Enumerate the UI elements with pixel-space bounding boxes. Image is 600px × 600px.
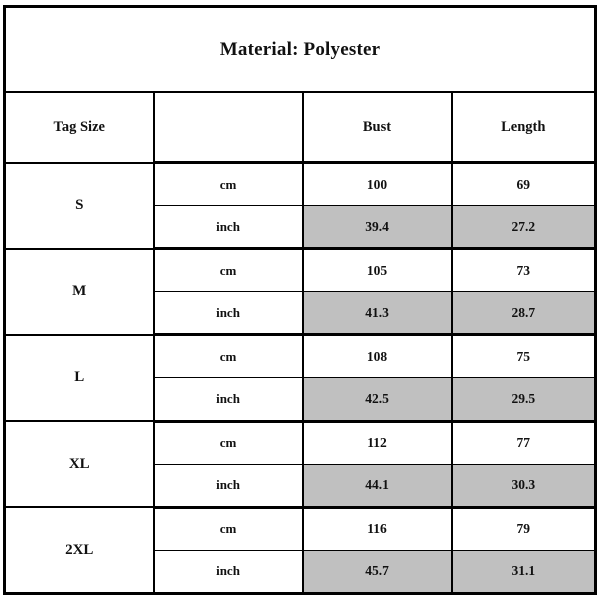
- column-header-bust: Bust: [301, 91, 453, 164]
- size-label: XL: [3, 420, 155, 509]
- bust-value: 100: [301, 160, 453, 207]
- length-value: 69: [450, 160, 597, 207]
- unit-label: inch: [152, 377, 304, 423]
- bust-value: 41.3: [301, 291, 453, 337]
- bust-value: 44.1: [301, 463, 453, 509]
- table-row: 2XL cm 116 79: [3, 505, 597, 595]
- size-label: 2XL: [3, 506, 155, 595]
- length-value: 73: [450, 247, 597, 293]
- bust-value: 45.7: [301, 549, 453, 596]
- size-chart-container: Material: Polyester Tag Size Bust Length…: [3, 5, 598, 596]
- material-title: Material: Polyester: [3, 5, 597, 93]
- table-row: S cm 100 69: [3, 160, 597, 250]
- size-label: L: [3, 333, 155, 423]
- length-value: 75: [450, 333, 597, 379]
- table-row: M cm 105 73: [3, 247, 597, 336]
- unit-label: inch: [152, 549, 304, 596]
- unit-label: inch: [152, 291, 304, 337]
- length-value: 28.7: [450, 291, 597, 337]
- unit-label: cm: [152, 247, 304, 293]
- header-row: Tag Size Bust Length: [3, 91, 597, 164]
- bust-value: 39.4: [301, 205, 453, 251]
- unit-label: cm: [152, 333, 304, 379]
- table-row: XL cm 112 77: [3, 419, 597, 509]
- bust-value: 108: [301, 333, 453, 379]
- title-row: Material: Polyester: [3, 5, 597, 93]
- length-value: 79: [450, 505, 597, 551]
- length-value: 31.1: [450, 549, 597, 596]
- unit-label: inch: [152, 463, 304, 509]
- bust-value: 112: [301, 419, 453, 465]
- bust-value: 42.5: [301, 377, 453, 423]
- column-header-tag-size: Tag Size: [3, 91, 155, 164]
- bust-value: 116: [301, 505, 453, 551]
- table-row: L cm 108 75: [3, 333, 597, 423]
- bust-value: 105: [301, 247, 453, 293]
- size-label: M: [3, 247, 155, 336]
- size-label: S: [3, 161, 155, 250]
- length-value: 27.2: [450, 205, 597, 251]
- unit-label: cm: [152, 160, 304, 207]
- size-chart-table: Material: Polyester Tag Size Bust Length…: [3, 5, 598, 596]
- unit-label: cm: [152, 505, 304, 551]
- column-header-length: Length: [450, 91, 597, 164]
- length-value: 29.5: [450, 377, 597, 423]
- length-value: 77: [450, 419, 597, 465]
- unit-label: cm: [152, 419, 304, 465]
- length-value: 30.3: [450, 463, 597, 509]
- column-header-unit: [152, 91, 304, 164]
- unit-label: inch: [152, 205, 304, 251]
